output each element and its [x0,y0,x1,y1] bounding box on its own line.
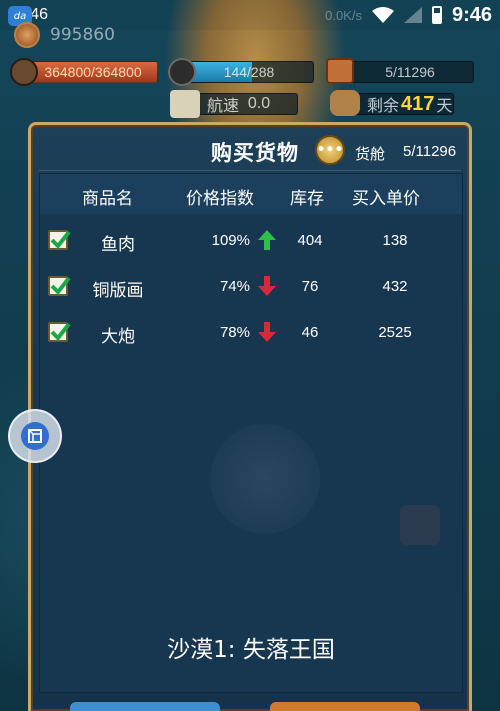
goods-table: 商品名 价格指数 库存 买入单价 鱼肉 109% 404 138 铜版画 74%… [39,173,463,693]
battery-icon [431,6,442,24]
crew-icon [168,58,196,86]
confirm-button[interactable] [70,702,220,711]
buy-price: 432 [382,278,408,295]
stock-value: 46 [301,324,319,341]
goods-name: 鱼肉 [101,235,135,255]
stock-value: 76 [301,278,319,295]
gold-counter: 995860 [14,22,115,48]
net-speed: 0.0K/s [325,7,362,23]
table-row[interactable]: 大炮 78% 46 2525 [40,312,462,356]
days-remaining: 剩余 417 天 [352,93,454,115]
sail-icon [170,90,200,118]
provisions-icon [330,90,360,116]
speed-label: 航速 [207,98,240,115]
column-header-name: 商品名 [82,189,133,209]
cargo-bar: 5/11296 [346,61,474,83]
trend-up-icon [258,230,276,250]
table-header: 商品名 价格指数 库存 买入单价 [40,174,462,214]
buy-price: 2525 [378,324,412,341]
trend-down-icon [258,322,276,342]
dialog-title: 购买货物 [211,141,299,165]
hold-value: 5/11296 [403,143,457,160]
crew-bar: 144/288 [184,61,314,83]
side-ghost-icon [400,505,440,545]
speed-display: 航速 0.0 [192,93,298,115]
column-header-price-index: 价格指数 [186,189,254,209]
checkmark-icon [50,276,71,296]
price-index: 74% [219,278,250,295]
location-name: 沙漠1: 失落王国 [167,637,335,663]
trend-down-icon [258,276,276,296]
dialog-header: 购买货物 ••• 货舱 5/11296 [39,131,461,171]
goods-name: 大炮 [101,327,135,347]
bottom-buttons [40,702,460,711]
buy-cargo-dialog: 购买货物 ••• 货舱 5/11296 商品名 价格指数 库存 买入单价 鱼肉 … [28,122,472,711]
price-index: 78% [219,324,250,341]
signal-icon [403,7,422,23]
hull-hp-bar: 364800/364800 [28,61,158,83]
hull-hp-value: 364800/364800 [44,64,142,80]
checkmark-icon [50,322,71,342]
row-checkbox[interactable] [48,322,71,342]
crew-value: 144/288 [223,64,275,80]
buy-price: 138 [382,232,408,249]
hammer-icon [10,58,38,86]
table-row[interactable]: 鱼肉 109% 404 138 [40,220,462,264]
cargo-value: 5/11296 [385,64,435,80]
row-checkbox[interactable] [48,230,71,250]
cube-icon [21,422,49,450]
status-time-right: 9:46 [451,3,492,26]
days-label: 剩余 [367,98,400,115]
table-row[interactable]: 铜版画 74% 76 432 [40,266,462,310]
floating-assistant-button[interactable] [8,409,62,463]
wifi-icon [371,7,394,23]
watermark-emblem [210,424,320,534]
days-unit: 天 [436,98,453,115]
days-value: 417 [401,92,435,115]
cancel-button[interactable] [270,702,420,711]
price-index: 109% [211,232,250,249]
speed-value: 0.0 [247,95,271,112]
gold-value: 995860 [50,25,115,45]
column-header-buy-price: 买入单价 [352,189,420,209]
checkmark-icon [50,230,71,250]
stock-value: 404 [297,232,323,249]
goods-name: 铜版画 [92,281,144,301]
gold-coin-icon [14,22,40,48]
chat-bubble-icon[interactable]: ••• [315,135,345,165]
column-header-stock: 库存 [290,189,324,209]
row-checkbox[interactable] [48,276,71,296]
hold-label: 货舱 [355,145,386,163]
cargo-crate-icon [326,58,354,84]
